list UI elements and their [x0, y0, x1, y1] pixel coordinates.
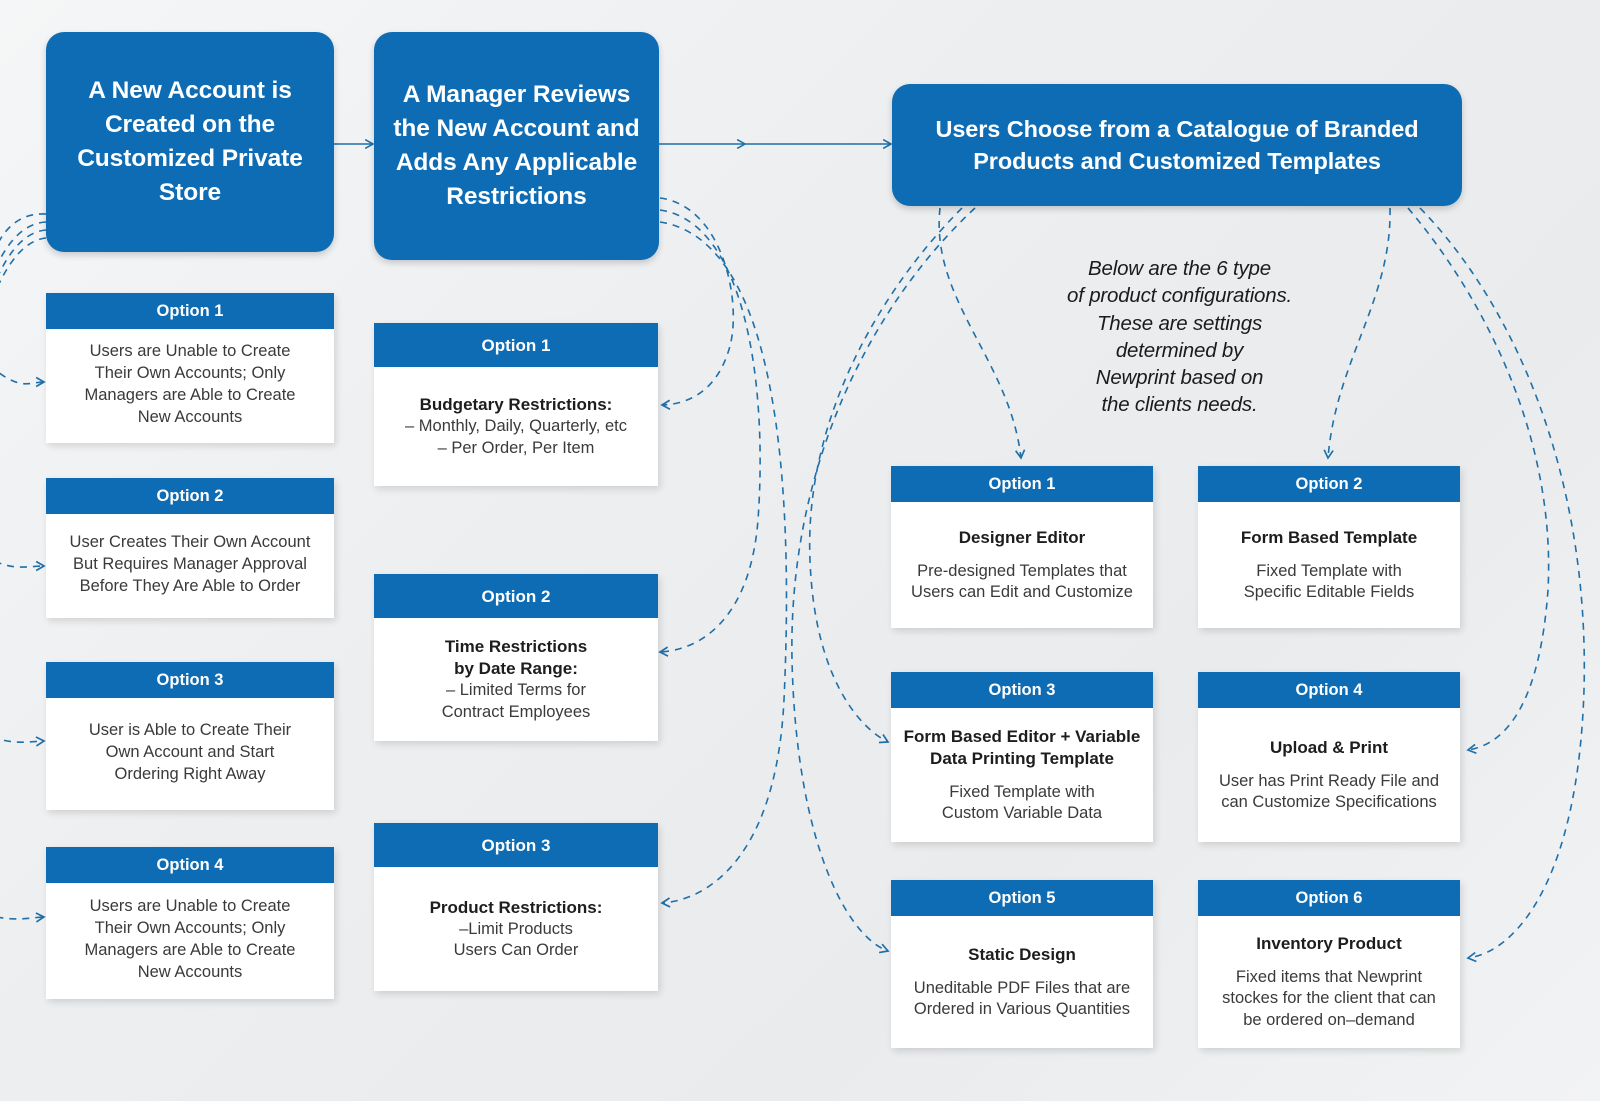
card-body: Users are Unable to Create Their Own Acc…	[46, 883, 334, 999]
card-title: Form Based Template	[1240, 527, 1418, 547]
card-header: Option 6	[1198, 880, 1460, 916]
card-text: – Monthly, Daily, Quarterly, etc – Per O…	[405, 417, 627, 457]
card-body: Upload & Print User has Print Ready File…	[1198, 708, 1460, 842]
configuration-note: Below are the 6 type of product configur…	[1067, 257, 1292, 417]
card-text: User is Able to Create Their Own Account…	[88, 721, 292, 783]
card-title: Time Restrictions by Date Range:	[444, 637, 588, 679]
card-header: Option 3	[891, 672, 1153, 708]
process-box-users-choose-catalogue: Users Choose from a Catalogue of Branded…	[892, 84, 1462, 206]
product-option-card-3[interactable]: Option 3 Form Based Editor + Variable Da…	[891, 672, 1153, 842]
card-header: Option 4	[46, 847, 334, 883]
card-body: Time Restrictions by Date Range: – Limit…	[374, 618, 658, 741]
card-text: Fixed Template with Specific Editable Fi…	[1243, 561, 1415, 602]
product-option-card-5[interactable]: Option 5 Static Design Uneditable PDF Fi…	[891, 880, 1153, 1048]
product-option-card-2[interactable]: Option 2 Form Based Template Fixed Templ…	[1198, 466, 1460, 628]
account-option-card-4[interactable]: Option 4 Users are Unable to Create Thei…	[46, 847, 334, 999]
card-text: Pre-designed Templates that Users can Ed…	[911, 561, 1133, 602]
process-box-manager-reviews: A Manager Reviews the New Account and Ad…	[374, 32, 659, 260]
card-header: Option 1	[374, 323, 658, 367]
card-header: Option 2	[46, 478, 334, 514]
wire-restr-opt3	[659, 221, 788, 908]
card-body: Inventory Product Fixed items that Newpr…	[1198, 916, 1460, 1048]
card-text: Users are Unable to Create Their Own Acc…	[84, 342, 296, 426]
wire-restr-opt1	[659, 197, 735, 410]
wire-restr-opt2	[658, 209, 761, 657]
card-text: –Limit Products Users Can Order	[453, 919, 579, 960]
card-body: Users are Unable to Create Their Own Acc…	[46, 329, 334, 443]
card-title: Product Restrictions:	[429, 897, 603, 917]
card-header: Option 2	[374, 574, 658, 618]
restriction-option-card-3[interactable]: Option 3 Product Restrictions: –Limit Pr…	[374, 823, 658, 991]
card-title: Budgetary Restrictions:	[419, 395, 613, 415]
card-body: Product Restrictions: –Limit Products Us…	[374, 867, 658, 991]
wire-acct-opt3	[0, 229, 47, 747]
card-body: Budgetary Restrictions: – Monthly, Daily…	[374, 367, 658, 486]
wire-prod-opt2	[1323, 207, 1391, 460]
card-header: Option 5	[891, 880, 1153, 916]
card-header: Option 1	[891, 466, 1153, 502]
card-header: Option 4	[1198, 672, 1460, 708]
account-option-card-1[interactable]: Option 1 Users are Unable to Create Thei…	[46, 293, 334, 443]
card-header: Option 1	[46, 293, 334, 329]
wire-acct-opt1	[0, 213, 47, 388]
product-option-card-4[interactable]: Option 4 Upload & Print User has Print R…	[1198, 672, 1460, 842]
account-option-card-2[interactable]: Option 2 User Creates Their Own Account …	[46, 478, 334, 618]
restriction-option-card-2[interactable]: Option 2 Time Restrictions by Date Range…	[374, 574, 658, 741]
card-header: Option 2	[1198, 466, 1460, 502]
card-body: Form Based Template Fixed Template with …	[1198, 502, 1460, 628]
process-box-new-account: A New Account is Created on the Customiz…	[46, 32, 334, 252]
product-option-card-6[interactable]: Option 6 Inventory Product Fixed items t…	[1198, 880, 1460, 1048]
card-text: User Creates Their Own Account But Requi…	[69, 533, 311, 595]
card-text: – Limited Terms for Contract Employees	[441, 681, 591, 721]
wire-acct-opt2	[0, 221, 47, 572]
card-text: Fixed items that Newprint stockes for th…	[1222, 968, 1436, 1029]
wire-acct-opt4	[0, 237, 47, 923]
card-title: Static Design	[968, 944, 1076, 964]
card-text: Uneditable PDF Files that are Ordered in…	[913, 978, 1131, 1019]
card-body: User is Able to Create Their Own Account…	[46, 698, 334, 810]
flowchart-canvas: A New Account is Created on the Customiz…	[0, 0, 1600, 1101]
card-body: User Creates Their Own Account But Requi…	[46, 514, 334, 618]
account-option-card-3[interactable]: Option 3 User is Able to Create Their Ow…	[46, 662, 334, 810]
card-title: Form Based Editor + Variable Data Printi…	[903, 726, 1141, 768]
card-text: User has Print Ready File and can Custom…	[1218, 771, 1440, 812]
wire-prod-opt1	[938, 207, 1026, 460]
restriction-option-card-1[interactable]: Option 1 Budgetary Restrictions: – Month…	[374, 323, 658, 486]
product-option-card-1[interactable]: Option 1 Designer Editor Pre-designed Te…	[891, 466, 1153, 628]
card-header: Option 3	[46, 662, 334, 698]
card-title: Inventory Product	[1256, 934, 1402, 954]
card-body: Static Design Uneditable PDF Files that …	[891, 916, 1153, 1048]
card-text: Users are Unable to Create Their Own Acc…	[84, 897, 296, 981]
card-body: Designer Editor Pre-designed Templates t…	[891, 502, 1153, 628]
card-text: Fixed Template with Custom Variable Data	[941, 782, 1103, 823]
card-title: Upload & Print	[1269, 737, 1389, 757]
card-header: Option 3	[374, 823, 658, 867]
card-body: Form Based Editor + Variable Data Printi…	[891, 708, 1153, 842]
card-title: Designer Editor	[958, 527, 1086, 547]
